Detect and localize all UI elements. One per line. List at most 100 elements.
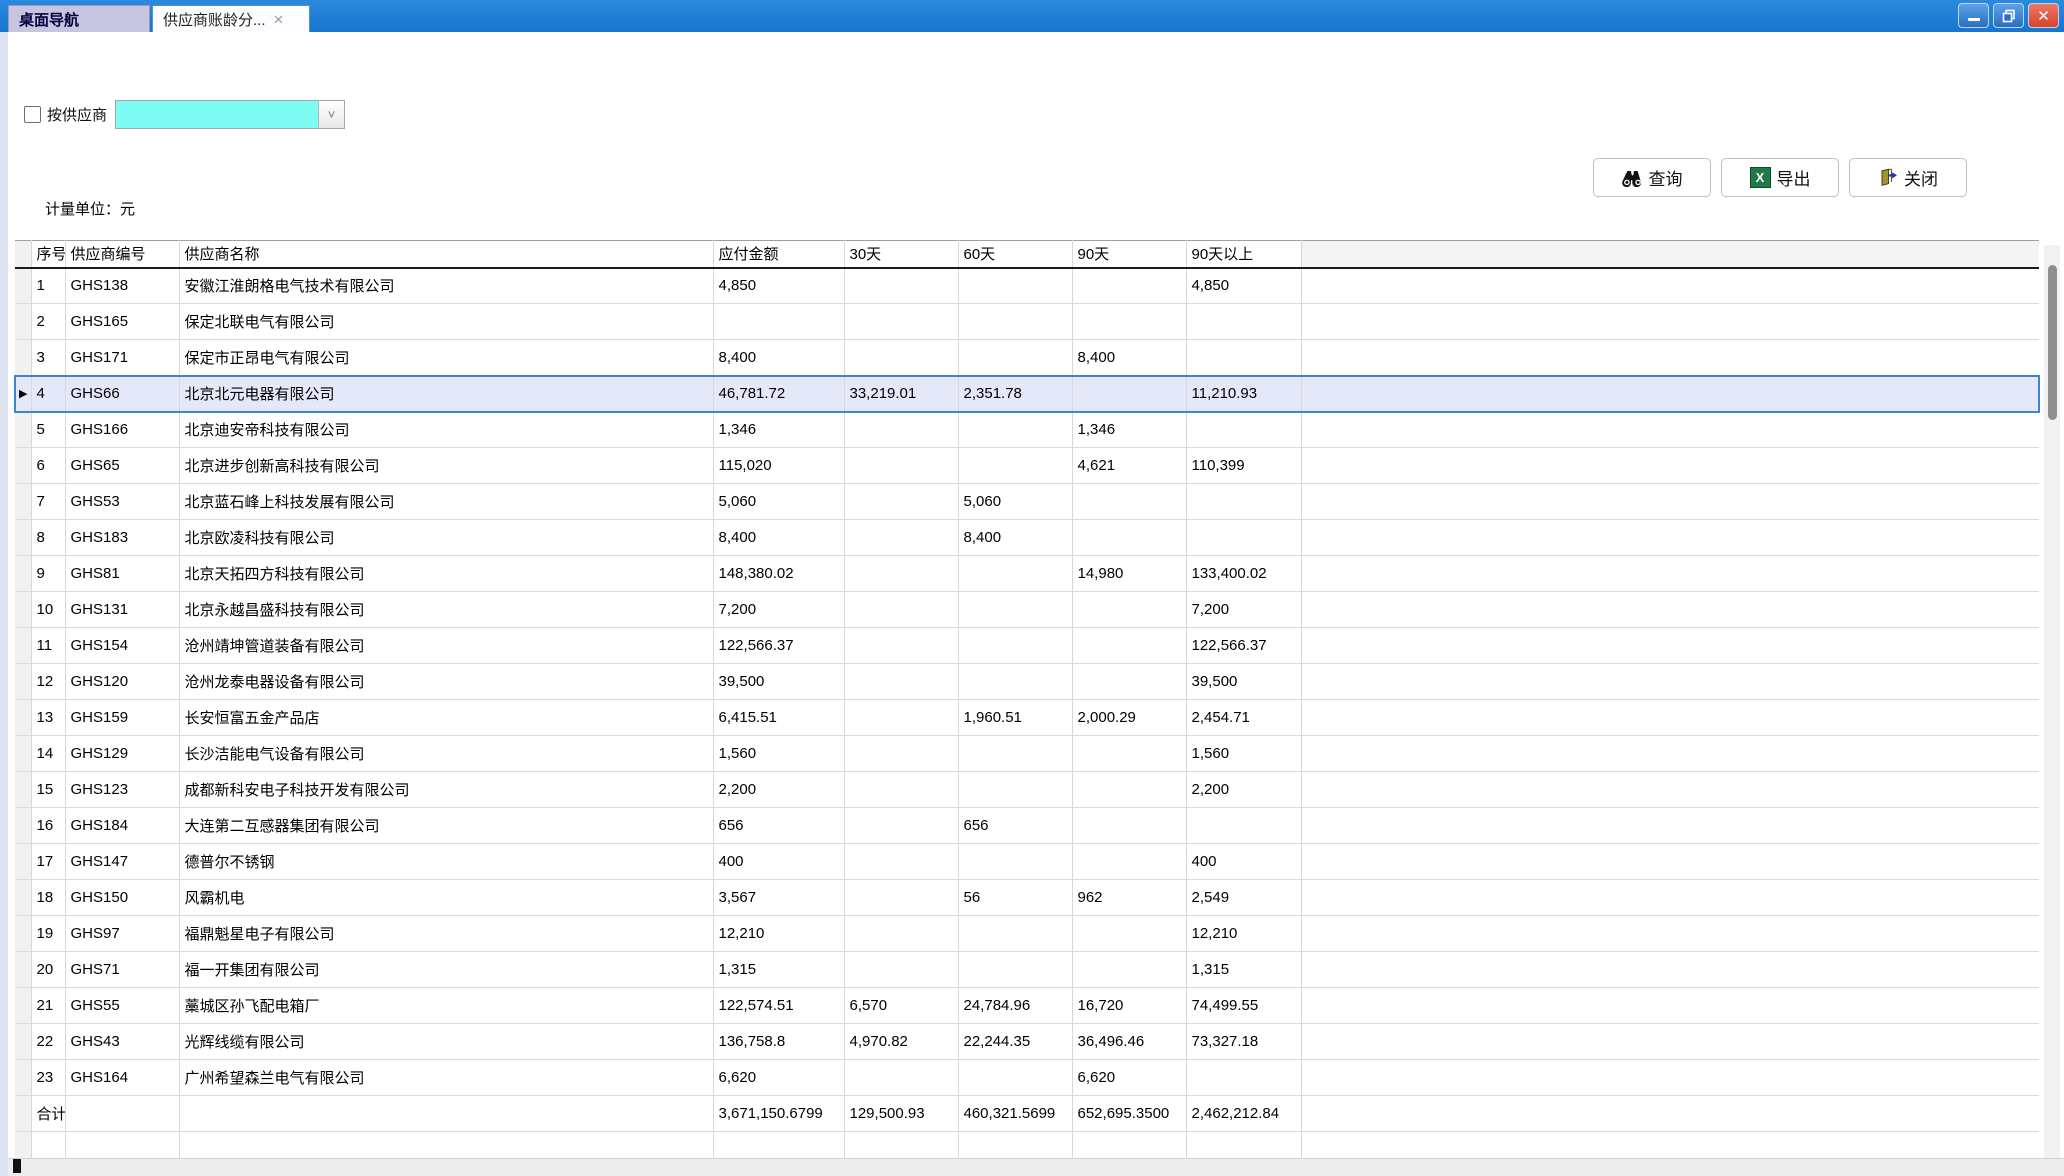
row-indicator[interactable]: [15, 448, 31, 484]
cell-30days[interactable]: [844, 844, 958, 880]
row-indicator[interactable]: [15, 628, 31, 664]
cell-60days[interactable]: [958, 664, 1072, 700]
cell-90days[interactable]: [1072, 844, 1186, 880]
row-indicator[interactable]: [15, 556, 31, 592]
cell-60days[interactable]: [958, 772, 1072, 808]
row-indicator[interactable]: [15, 772, 31, 808]
cell-over90days[interactable]: 110,399: [1186, 448, 1301, 484]
cell-30days[interactable]: [844, 952, 958, 988]
cell-30days[interactable]: 33,219.01: [844, 376, 958, 412]
cell-30days[interactable]: [844, 592, 958, 628]
cell-60days[interactable]: 656: [958, 808, 1072, 844]
cell-30days[interactable]: [844, 700, 958, 736]
cell-90days[interactable]: [1072, 916, 1186, 952]
cell-90days[interactable]: [1072, 808, 1186, 844]
row-indicator[interactable]: [15, 412, 31, 448]
cell-supplier-code[interactable]: GHS97: [65, 916, 179, 952]
table-row[interactable]: 20 GHS71 福一开集团有限公司 1,315 1,315: [15, 952, 2039, 988]
cell-supplier-name[interactable]: 沧州靖坤管道装备有限公司: [179, 628, 713, 664]
cell-payable[interactable]: 5,060: [713, 484, 844, 520]
cell-payable[interactable]: 1,315: [713, 952, 844, 988]
cell-90days[interactable]: [1072, 304, 1186, 340]
cell-30days[interactable]: [844, 628, 958, 664]
cell-payable[interactable]: 2,200: [713, 772, 844, 808]
cell-payable[interactable]: 1,560: [713, 736, 844, 772]
cell-over90days[interactable]: 12,210: [1186, 916, 1301, 952]
cell-90days[interactable]: [1072, 628, 1186, 664]
table-row[interactable]: 8 GHS183 北京欧凌科技有限公司 8,400 8,400: [15, 520, 2039, 556]
cell-no[interactable]: 18: [31, 880, 65, 916]
table-row[interactable]: 5 GHS166 北京迪安帝科技有限公司 1,346 1,346: [15, 412, 2039, 448]
cell-90days[interactable]: [1072, 952, 1186, 988]
cell-60days[interactable]: [958, 844, 1072, 880]
cell-payable[interactable]: 400: [713, 844, 844, 880]
cell-supplier-code[interactable]: GHS71: [65, 952, 179, 988]
cell-supplier-name[interactable]: 北京北元电器有限公司: [179, 376, 713, 412]
cell-no[interactable]: 6: [31, 448, 65, 484]
cell-no[interactable]: 20: [31, 952, 65, 988]
cell-no[interactable]: 11: [31, 628, 65, 664]
cell-supplier-name[interactable]: 北京天拓四方科技有限公司: [179, 556, 713, 592]
cell-no[interactable]: 4: [31, 376, 65, 412]
cell-over90days[interactable]: 74,499.55: [1186, 988, 1301, 1024]
table-row[interactable]: 9 GHS81 北京天拓四方科技有限公司 148,380.02 14,980 1…: [15, 556, 2039, 592]
supplier-combo-value[interactable]: [116, 101, 318, 128]
cell-payable[interactable]: 6,415.51: [713, 700, 844, 736]
cell-90days[interactable]: 2,000.29: [1072, 700, 1186, 736]
cell-payable[interactable]: 8,400: [713, 520, 844, 556]
cell-supplier-code[interactable]: GHS123: [65, 772, 179, 808]
cell-30days[interactable]: [844, 556, 958, 592]
export-button[interactable]: X 导出: [1721, 158, 1839, 197]
cell-payable[interactable]: 6,620: [713, 1060, 844, 1096]
cell-supplier-code[interactable]: GHS129: [65, 736, 179, 772]
cell-no[interactable]: 8: [31, 520, 65, 556]
row-indicator[interactable]: [15, 808, 31, 844]
cell-60days[interactable]: [958, 952, 1072, 988]
cell-supplier-name[interactable]: 光辉线缆有限公司: [179, 1024, 713, 1060]
combo-dropdown-button[interactable]: ˅: [318, 101, 344, 128]
cell-over90days[interactable]: [1186, 520, 1301, 556]
cell-30days[interactable]: [844, 448, 958, 484]
cell-90days[interactable]: [1072, 772, 1186, 808]
row-indicator[interactable]: [15, 988, 31, 1024]
cell-90days[interactable]: 4,621: [1072, 448, 1186, 484]
cell-30days[interactable]: [844, 268, 958, 304]
cell-60days[interactable]: 22,244.35: [958, 1024, 1072, 1060]
cell-payable[interactable]: [713, 304, 844, 340]
table-row[interactable]: 3 GHS171 保定市正昂电气有限公司 8,400 8,400: [15, 340, 2039, 376]
cell-no[interactable]: 13: [31, 700, 65, 736]
supplier-combobox[interactable]: ˅: [115, 100, 345, 129]
cell-no[interactable]: 14: [31, 736, 65, 772]
row-indicator[interactable]: [15, 304, 31, 340]
cell-payable[interactable]: 148,380.02: [713, 556, 844, 592]
cell-90days[interactable]: 36,496.46: [1072, 1024, 1186, 1060]
cell-30days[interactable]: [844, 484, 958, 520]
close-window-button[interactable]: ✕: [2028, 3, 2059, 28]
table-row[interactable]: 17 GHS147 德普尔不锈钢 400 400: [15, 844, 2039, 880]
cell-30days[interactable]: [844, 880, 958, 916]
cell-no[interactable]: 5: [31, 412, 65, 448]
tab-close-icon[interactable]: ×: [274, 11, 284, 28]
cell-60days[interactable]: [958, 268, 1072, 304]
cell-60days[interactable]: [958, 412, 1072, 448]
cell-90days[interactable]: [1072, 592, 1186, 628]
row-indicator[interactable]: [15, 484, 31, 520]
cell-payable[interactable]: 1,346: [713, 412, 844, 448]
cell-60days[interactable]: [958, 340, 1072, 376]
table-row[interactable]: 23 GHS164 广州希望森兰电气有限公司 6,620 6,620: [15, 1060, 2039, 1096]
cell-supplier-name[interactable]: 沧州龙泰电器设备有限公司: [179, 664, 713, 700]
cell-no[interactable]: 1: [31, 268, 65, 304]
cell-over90days[interactable]: [1186, 1060, 1301, 1096]
cell-supplier-code[interactable]: GHS171: [65, 340, 179, 376]
cell-supplier-name[interactable]: 风霸机电: [179, 880, 713, 916]
cell-supplier-name[interactable]: 保定北联电气有限公司: [179, 304, 713, 340]
cell-over90days[interactable]: 73,327.18: [1186, 1024, 1301, 1060]
cell-payable[interactable]: 4,850: [713, 268, 844, 304]
cell-30days[interactable]: [844, 772, 958, 808]
cell-no[interactable]: 15: [31, 772, 65, 808]
column-header-90days[interactable]: 90天: [1072, 241, 1186, 268]
cell-supplier-name[interactable]: 福鼎魁星电子有限公司: [179, 916, 713, 952]
cell-supplier-name[interactable]: 北京欧凌科技有限公司: [179, 520, 713, 556]
tab-desktop-navigation[interactable]: 桌面导航: [8, 5, 150, 32]
cell-supplier-name[interactable]: 成都新科安电子科技开发有限公司: [179, 772, 713, 808]
